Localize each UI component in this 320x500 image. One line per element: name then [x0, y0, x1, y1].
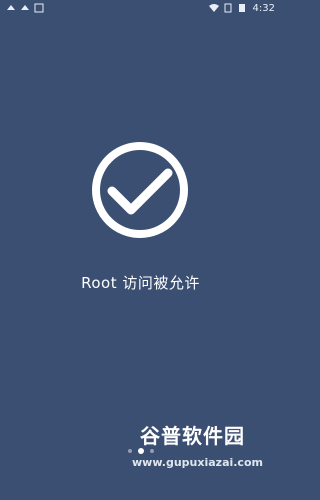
- wifi-icon: [208, 3, 219, 13]
- watermark: 谷普软件园 www.gupuxiazai.com: [130, 420, 280, 500]
- notification-icon: [20, 3, 30, 13]
- status-bar: 4:32: [0, 0, 281, 16]
- watermark-brand: 谷普软件园: [140, 424, 245, 448]
- notification-icon: [6, 3, 16, 13]
- root-granted-message: Root 访问被允许: [81, 274, 200, 292]
- checkmark-icon: [90, 140, 190, 240]
- status-bar-left: [6, 3, 44, 13]
- battery-icon: [237, 3, 247, 13]
- sim-icon: [223, 3, 233, 13]
- clock: 4:32: [252, 2, 275, 14]
- status-bar-right: 4:32: [208, 2, 275, 14]
- text-icon: [34, 3, 44, 13]
- watermark-url: www.gupuxiazai.com: [132, 456, 263, 469]
